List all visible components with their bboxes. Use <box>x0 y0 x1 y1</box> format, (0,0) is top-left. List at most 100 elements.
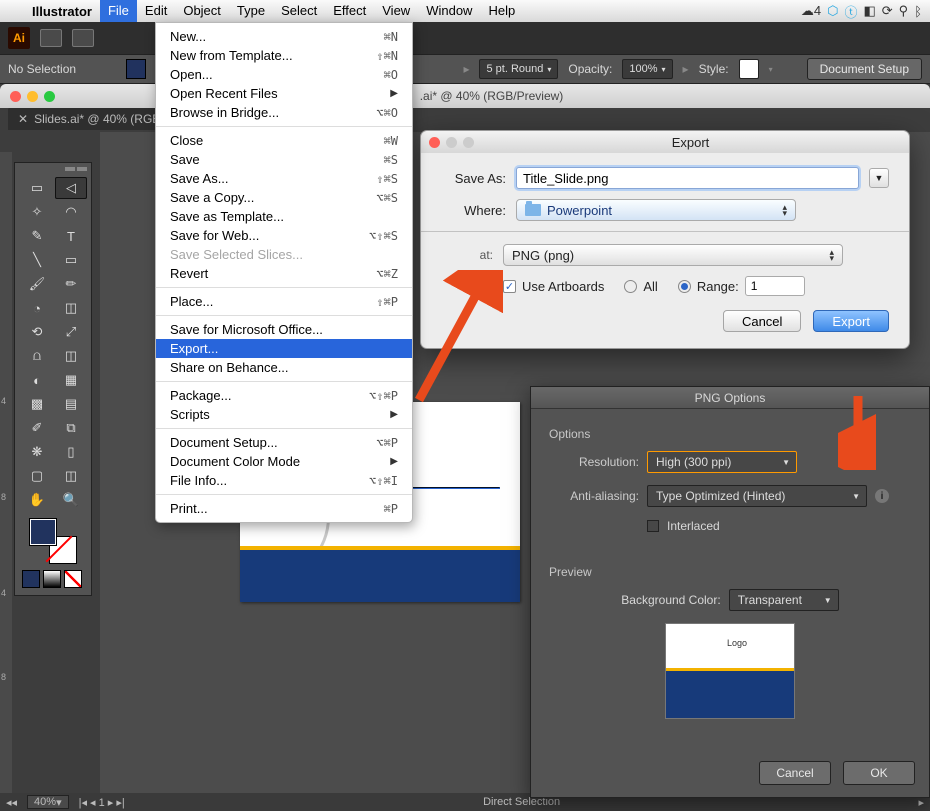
mi-print[interactable]: Print...⌘P <box>156 499 412 518</box>
pen-tool[interactable]: ✎ <box>21 225 53 247</box>
lasso-tool[interactable]: ◠ <box>55 201 87 223</box>
window-zoom-icon[interactable] <box>44 91 55 102</box>
cloud-icon[interactable]: ☁4 <box>801 3 821 19</box>
menu-type[interactable]: Type <box>229 0 273 22</box>
graph-tool[interactable]: ▯ <box>55 441 87 463</box>
interlaced-checkbox[interactable] <box>647 520 659 532</box>
dropbox-icon[interactable]: ⬡ <box>827 3 838 19</box>
selection-tool[interactable]: ▭ <box>21 177 53 199</box>
mi-package[interactable]: Package...⌥⇧⌘P <box>156 386 412 405</box>
color-mode-none[interactable] <box>64 570 82 588</box>
use-artboards-checkbox[interactable] <box>503 280 516 293</box>
mi-browse-bridge[interactable]: Browse in Bridge...⌥⌘O <box>156 103 412 122</box>
window-controls[interactable] <box>10 91 55 102</box>
menu-edit[interactable]: Edit <box>137 0 175 22</box>
eyedropper-tool[interactable]: ✐ <box>21 417 53 439</box>
export-cancel-button[interactable]: Cancel <box>723 310 801 332</box>
menu-file[interactable]: File <box>100 0 137 22</box>
blend-tool[interactable]: ⧉ <box>55 417 87 439</box>
stroke-combo[interactable]: 5 pt. Round▾ <box>479 59 558 79</box>
png-cancel-button[interactable]: Cancel <box>759 761 831 785</box>
magic-wand-tool[interactable]: ✧ <box>21 201 53 223</box>
mi-save-copy[interactable]: Save a Copy...⌥⌘S <box>156 188 412 207</box>
paintbrush-tool[interactable]: 🖌 <box>21 273 53 295</box>
mi-save[interactable]: Save⌘S <box>156 150 412 169</box>
mi-save-template[interactable]: Save as Template... <box>156 207 412 226</box>
mi-doc-setup[interactable]: Document Setup...⌥⌘P <box>156 433 412 452</box>
rectangle-tool[interactable]: ▭ <box>55 249 87 271</box>
fill-color[interactable] <box>30 519 56 545</box>
menu-effect[interactable]: Effect <box>325 0 374 22</box>
status-nav[interactable]: |◂ ◂ 1 ▸ ▸| <box>79 796 125 809</box>
mi-revert[interactable]: Revert⌥⌘Z <box>156 264 412 283</box>
rotate-tool[interactable]: ⟲ <box>21 321 53 343</box>
filename-input[interactable] <box>516 167 859 189</box>
scale-tool[interactable]: ⤢ <box>55 321 87 343</box>
arrange-icon[interactable] <box>72 29 94 47</box>
menu-select[interactable]: Select <box>273 0 325 22</box>
color-mode-gradient[interactable] <box>43 570 61 588</box>
fill-stroke-controls[interactable] <box>19 513 87 567</box>
mi-save-as[interactable]: Save As...⇧⌘S <box>156 169 412 188</box>
bluetooth-icon[interactable]: ᛒ <box>914 4 922 19</box>
slice-tool[interactable]: ◫ <box>55 465 87 487</box>
mi-scripts[interactable]: Scripts▶ <box>156 405 412 424</box>
window-minimize-icon[interactable] <box>27 91 38 102</box>
perspective-tool[interactable]: ▦ <box>55 369 87 391</box>
export-confirm-button[interactable]: Export <box>813 310 889 332</box>
info-icon[interactable]: i <box>875 489 889 503</box>
zoom-combo[interactable]: 40% ▾ <box>27 795 69 809</box>
mi-save-web[interactable]: Save for Web...⌥⇧⌘S <box>156 226 412 245</box>
mi-open[interactable]: Open...⌘O <box>156 65 412 84</box>
opacity-combo[interactable]: 100%▾ <box>622 59 672 79</box>
range-radio[interactable] <box>678 280 691 293</box>
mi-file-info[interactable]: File Info...⌥⇧⌘I <box>156 471 412 490</box>
artboard-tool[interactable]: ▢ <box>21 465 53 487</box>
eraser-tool[interactable]: ◫ <box>55 297 87 319</box>
bg-color-combo[interactable]: Transparent▼ <box>729 589 839 611</box>
blob-brush-tool[interactable]: ◔ <box>21 297 53 319</box>
menu-window[interactable]: Window <box>418 0 480 22</box>
mi-place[interactable]: Place...⇧⌘P <box>156 292 412 311</box>
te-icon[interactable]: ⓣ <box>844 2 857 21</box>
symbol-sprayer-tool[interactable]: ❋ <box>21 441 53 463</box>
menu-object[interactable]: Object <box>175 0 229 22</box>
mi-new-template[interactable]: New from Template...⇧⌘N <box>156 46 412 65</box>
resolution-combo[interactable]: High (300 ppi)▼ <box>647 451 797 473</box>
mi-color-mode[interactable]: Document Color Mode▶ <box>156 452 412 471</box>
width-tool[interactable]: ⩍ <box>21 345 53 367</box>
window-close-icon[interactable] <box>10 91 21 102</box>
dlg-close-icon[interactable] <box>429 137 440 148</box>
history-dropdown-button[interactable]: ▼ <box>869 168 889 188</box>
menu-help[interactable]: Help <box>480 0 523 22</box>
pencil-tool[interactable]: ✏ <box>55 273 87 295</box>
status-nav-prev[interactable]: ◂◂ <box>6 796 17 809</box>
mi-ms-office[interactable]: Save for Microsoft Office... <box>156 320 412 339</box>
tray-icon[interactable]: ◧ <box>863 3 875 19</box>
type-tool[interactable]: T <box>55 225 87 247</box>
all-radio[interactable] <box>624 280 637 293</box>
app-name[interactable]: Illustrator <box>24 4 100 19</box>
range-input[interactable] <box>745 276 805 296</box>
menu-view[interactable]: View <box>374 0 418 22</box>
mi-export[interactable]: Export... <box>156 339 412 358</box>
bridge-icon[interactable] <box>40 29 62 47</box>
mi-open-recent[interactable]: Open Recent Files▶ <box>156 84 412 103</box>
zoom-tool[interactable]: 🔍 <box>55 489 87 511</box>
fill-swatch[interactable] <box>126 59 146 79</box>
document-setup-button[interactable]: Document Setup <box>807 58 922 80</box>
line-tool[interactable]: ╲ <box>21 249 53 271</box>
style-swatch[interactable] <box>739 59 759 79</box>
mi-new[interactable]: New...⌘N <box>156 27 412 46</box>
mi-close[interactable]: Close⌘W <box>156 131 412 150</box>
shape-builder-tool[interactable]: ◐ <box>21 369 53 391</box>
where-combo[interactable]: Powerpoint <box>516 199 796 221</box>
png-ok-button[interactable]: OK <box>843 761 915 785</box>
mesh-tool[interactable]: ▩ <box>21 393 53 415</box>
anti-aliasing-combo[interactable]: Type Optimized (Hinted)▼ <box>647 485 867 507</box>
hand-tool[interactable]: ✋ <box>21 489 53 511</box>
free-transform-tool[interactable]: ◫ <box>55 345 87 367</box>
color-mode-solid[interactable] <box>22 570 40 588</box>
format-combo[interactable]: PNG (png) <box>503 244 843 266</box>
gradient-tool[interactable]: ▤ <box>55 393 87 415</box>
